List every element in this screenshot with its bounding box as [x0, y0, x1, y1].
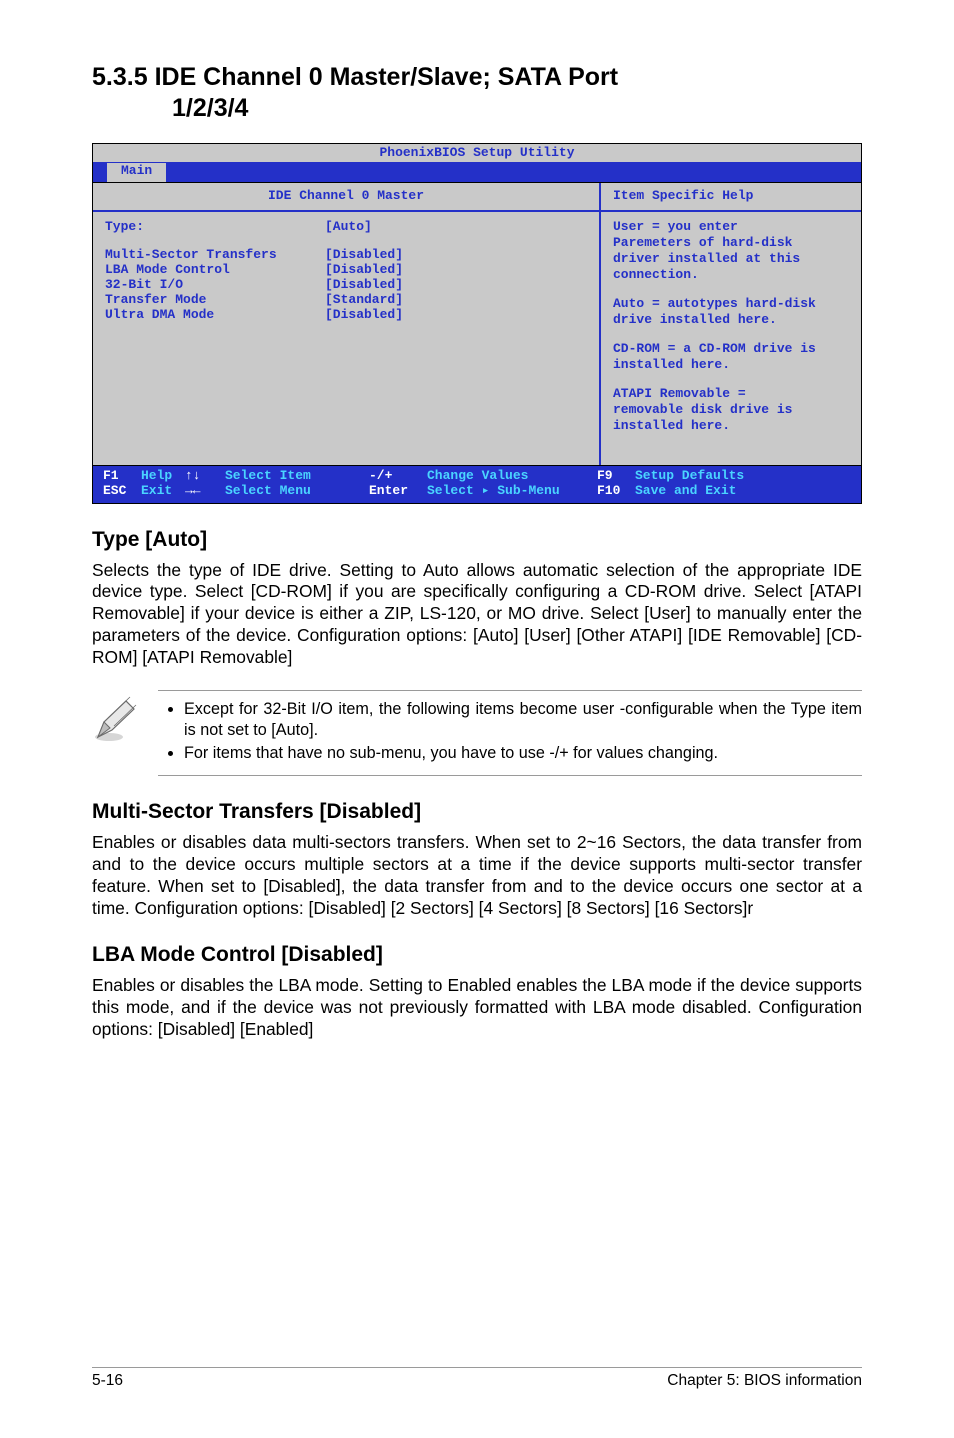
multisector-heading: Multi-Sector Transfers [Disabled]	[92, 800, 862, 824]
bios-help-line: installed here.	[613, 419, 849, 434]
bios-left-title: IDE Channel 0 Master	[93, 183, 599, 212]
bios-help-line: removable disk drive is	[613, 403, 849, 418]
bios-help-line: installed here.	[613, 358, 849, 373]
section-number: 5.3.5	[92, 62, 148, 93]
pencil-icon	[92, 696, 140, 749]
bios-help-line: Paremeters of hard-disk	[613, 236, 849, 251]
lba-body: Enables or disables the LBA mode. Settin…	[92, 975, 862, 1040]
bios-footer: F1 Help ↑↓ Select Item -/+ Change Values…	[93, 465, 861, 503]
bios-mst-value: [Disabled]	[325, 248, 403, 263]
lba-heading: LBA Mode Control [Disabled]	[92, 943, 862, 967]
bios-key-leftright: →←	[185, 484, 225, 499]
bios-help-line: drive installed here.	[613, 313, 849, 328]
bios-key-f1: F1	[103, 469, 141, 484]
note-content: Except for 32-Bit I/O item, the followin…	[158, 690, 862, 776]
bios-key-f9: F9	[597, 469, 635, 484]
bios-header: PhoenixBIOS Setup Utility	[93, 144, 861, 163]
bios-help-content: User = you enter Paremeters of hard-disk…	[601, 212, 861, 464]
bios-udma-label: Ultra DMA Mode	[105, 308, 325, 323]
bios-tm-label: Transfer Mode	[105, 293, 325, 308]
note-bullet-1: Except for 32-Bit I/O item, the followin…	[184, 699, 862, 740]
bios-type-value: [Auto]	[325, 220, 372, 235]
bios-lba-label: LBA Mode Control	[105, 263, 325, 278]
bios-key-enter: Enter	[369, 484, 427, 499]
bios-lba-value: [Disabled]	[325, 263, 403, 278]
bios-action-select-menu: Select Menu	[225, 484, 369, 499]
bios-right-panel: Item Specific Help User = you enter Pare…	[601, 183, 861, 464]
bios-right-title: Item Specific Help	[601, 183, 861, 212]
type-auto-heading: Type [Auto]	[92, 528, 862, 552]
note-block: Except for 32-Bit I/O item, the followin…	[92, 690, 862, 776]
page-number: 5-16	[92, 1372, 123, 1390]
bios-action-change-values: Change Values	[427, 469, 597, 484]
section-title-line1: IDE Channel 0 Master/Slave; SATA Port	[155, 63, 619, 91]
bios-key-plusminus: -/+	[369, 469, 427, 484]
bios-tm-value: [Standard]	[325, 293, 403, 308]
bios-tab-main: Main	[107, 163, 166, 182]
bios-help-line: driver installed at this	[613, 252, 849, 267]
bios-io-label: 32-Bit I/O	[105, 278, 325, 293]
bios-help-line: connection.	[613, 268, 849, 283]
bios-io-value: [Disabled]	[325, 278, 403, 293]
chapter-label: Chapter 5: BIOS information	[667, 1372, 862, 1390]
bios-action-select-submenu: Select ▸ Sub-Menu	[427, 484, 597, 499]
page-footer: 5-16 Chapter 5: BIOS information	[92, 1367, 862, 1390]
bios-action-help: Help	[141, 469, 185, 484]
bios-help-line: CD-ROM = a CD-ROM drive is	[613, 342, 849, 357]
section-title-line2: 1/2/3/4	[172, 93, 862, 124]
bios-body: IDE Channel 0 Master Type: [Auto] Multi-…	[93, 182, 861, 464]
multisector-body: Enables or disables data multi-sectors t…	[92, 832, 862, 919]
type-auto-body: Selects the type of IDE drive. Setting t…	[92, 560, 862, 669]
bios-help-line: User = you enter	[613, 220, 849, 235]
bios-action-exit: Exit	[141, 484, 185, 499]
bios-key-esc: ESC	[103, 484, 141, 499]
bios-screenshot: PhoenixBIOS Setup Utility Main IDE Chann…	[92, 143, 862, 504]
bios-mst-label: Multi-Sector Transfers	[105, 248, 325, 263]
bios-left-panel: IDE Channel 0 Master Type: [Auto] Multi-…	[93, 183, 601, 464]
bios-key-f10: F10	[597, 484, 635, 499]
bios-help-line: ATAPI Removable =	[613, 387, 849, 402]
bios-left-content: Type: [Auto] Multi-Sector Transfers [Dis…	[93, 212, 599, 464]
bios-tab-bar: Main	[93, 162, 861, 182]
bios-action-setup-defaults: Setup Defaults	[635, 469, 851, 484]
bios-action-select-item: Select Item	[225, 469, 369, 484]
bios-help-line: Auto = autotypes hard-disk	[613, 297, 849, 312]
bios-key-updown: ↑↓	[185, 469, 225, 484]
bios-action-save-exit: Save and Exit	[635, 484, 851, 499]
note-bullet-2: For items that have no sub-menu, you hav…	[184, 743, 862, 764]
bios-udma-value: [Disabled]	[325, 308, 403, 323]
bios-type-label: Type:	[105, 220, 325, 235]
section-heading: 5.3.5 IDE Channel 0 Master/Slave; SATA P…	[92, 62, 862, 125]
